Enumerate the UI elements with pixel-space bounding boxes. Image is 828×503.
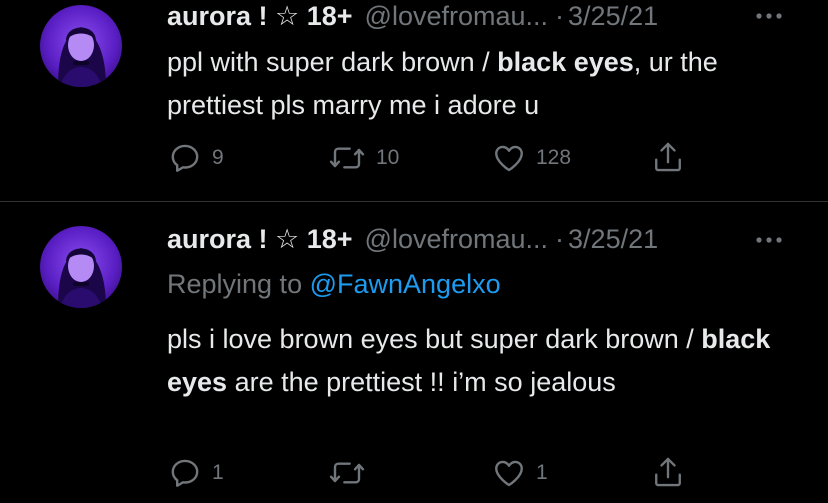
tweet-header: aurora ! ☆ 18+ @lovefromau... · 3/25/21	[167, 0, 658, 34]
reply-icon	[171, 144, 199, 172]
display-name[interactable]: aurora ! ☆ 18+	[167, 224, 353, 255]
reply-button[interactable]: 1	[168, 456, 224, 490]
retweet-icon	[329, 462, 365, 484]
heart-icon	[495, 460, 523, 487]
replying-to: Replying to @FawnAngelxo	[167, 269, 501, 300]
share-icon	[655, 457, 681, 487]
tweet-text: pls i love brown eyes but super dark bro…	[167, 318, 787, 404]
tweet-divider	[0, 201, 828, 202]
like-button[interactable]: 128	[492, 141, 571, 175]
retweet-count: 10	[376, 146, 400, 169]
avatar[interactable]	[40, 226, 122, 308]
heart-icon	[495, 145, 523, 172]
tweet-text: ppl with super dark brown / black eyes, …	[167, 41, 787, 127]
reply-count: 1	[212, 461, 224, 484]
like-count: 1	[536, 461, 548, 484]
tweet-header: aurora ! ☆ 18+ @lovefromau... · 3/25/21	[167, 221, 658, 257]
share-icon	[655, 142, 681, 172]
retweet-button[interactable]	[328, 457, 376, 489]
user-handle[interactable]: @lovefromau...	[365, 224, 548, 255]
tweet-text-bold: black eyes	[497, 47, 634, 77]
like-count: 128	[536, 146, 572, 169]
retweet-button[interactable]: 10	[328, 142, 399, 174]
reply-button[interactable]: 9	[168, 141, 224, 175]
tweet[interactable]: aurora ! ☆ 18+ @lovefromau... · 3/25/21 …	[0, 0, 828, 201]
replying-label: Replying to	[167, 269, 310, 299]
tweet-text-part: are the prettiest !! i’m so jealous	[227, 367, 616, 397]
like-button[interactable]: 1	[492, 456, 548, 490]
avatar[interactable]	[40, 5, 122, 87]
share-button[interactable]	[652, 140, 684, 174]
retweet-icon	[329, 147, 365, 169]
reply-count: 9	[212, 146, 224, 169]
display-name[interactable]: aurora ! ☆ 18+	[167, 1, 353, 32]
reply-icon	[171, 459, 199, 487]
separator-dot: ·	[555, 0, 565, 31]
separator-dot: ·	[555, 223, 565, 254]
tweet-text-part: ppl with super dark brown /	[167, 47, 498, 77]
tweet-date[interactable]: 3/25/21	[568, 1, 658, 32]
user-handle[interactable]: @lovefromau...	[365, 1, 548, 32]
more-icon[interactable]	[752, 4, 786, 28]
more-icon[interactable]	[752, 228, 786, 252]
tweet-text-part: pls i love brown eyes but super dark bro…	[167, 324, 702, 354]
mention-link[interactable]: @FawnAngelxo	[310, 269, 501, 299]
share-button[interactable]	[652, 455, 684, 489]
tweet-date[interactable]: 3/25/21	[568, 224, 658, 255]
